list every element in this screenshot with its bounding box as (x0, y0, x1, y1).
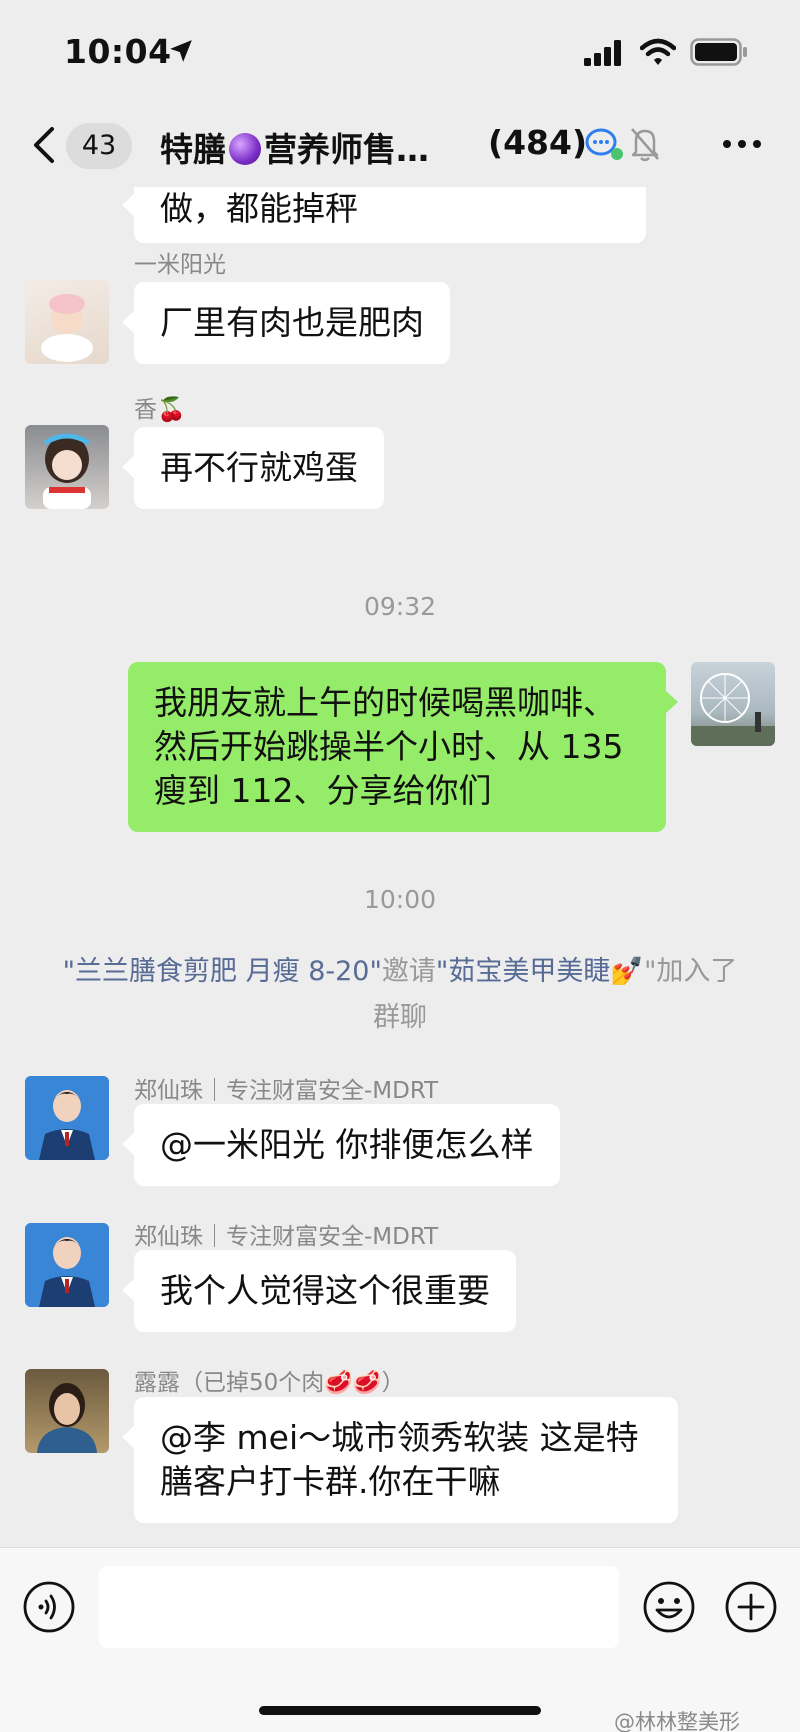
more-options-icon[interactable] (720, 127, 764, 161)
avatar-lulu[interactable] (25, 1369, 109, 1453)
timestamp: 10:00 (363, 885, 437, 914)
sender-name-text: 露露（已掉50个肉 (134, 1370, 325, 1396)
watermark-text: @林林整美形 (614, 1710, 740, 1732)
message-text: 再不行就鸡蛋 (160, 448, 358, 487)
message-bubble[interactable]: 再不行就鸡蛋 (122, 427, 384, 509)
message-text: 我个人觉得这个很重要 (160, 1271, 490, 1310)
message-bubble-self[interactable]: 我朋友就上午的时候喝黑咖啡、 然后开始跳操半个小时、从 135 瘦到 112、分… (128, 662, 678, 832)
system-invite-message: "兰兰膳食剪肥 月瘦 8-20"邀请"茹宝美甲美睫💅"加入了群聊 (60, 949, 740, 1041)
avatar-self[interactable] (691, 662, 775, 746)
message-line: 瘦到 112、分享给你们 (154, 771, 492, 810)
sender-name-tail: ） (381, 1370, 405, 1396)
message-text: @一米阳光 你排便怎么样 (160, 1125, 534, 1164)
avatar-zheng[interactable] (25, 1076, 109, 1160)
sender-name: 郑仙珠｜专注财富安全-MDRT (134, 1224, 439, 1250)
timestamp: 09:32 (363, 592, 437, 621)
group-title-part1: 特膳 (160, 130, 226, 169)
emoji-icon[interactable] (642, 1580, 696, 1634)
message-bubble[interactable]: @李 mei～城市领秀软装 这是特 膳客户打卡群.你在干嘛 (122, 1397, 678, 1523)
sender-name-text: 香 (134, 397, 157, 423)
cellular-signal-icon (584, 40, 621, 66)
meat-icon: 🥩🥩 (324, 1370, 382, 1396)
location-arrow-icon (170, 40, 192, 62)
mute-bell-icon (631, 128, 659, 162)
plus-icon[interactable] (724, 1580, 778, 1634)
sender-name: 一米阳光 (134, 252, 226, 278)
unread-count-badge[interactable]: 43 (66, 123, 132, 169)
invitee-link[interactable]: "茹宝美甲美睫💅 (436, 956, 644, 987)
invitee-name: "茹宝美甲美睫 (435, 956, 611, 987)
home-indicator[interactable] (259, 1706, 541, 1715)
member-count: (484) (488, 123, 588, 162)
business-portrait-icon (25, 1076, 109, 1160)
message-text: 厂里有肉也是肥肉 (160, 303, 424, 342)
group-title-part2: 营养师售… (264, 130, 429, 169)
status-bar: 10:04 (0, 0, 800, 105)
message-input[interactable] (99, 1566, 619, 1648)
cherry-icon: 🍒 (157, 397, 186, 423)
crystal-ball-icon (229, 133, 261, 165)
girl-photo-icon (43, 433, 91, 509)
message-bubble[interactable]: 我个人觉得这个很重要 (122, 1250, 516, 1332)
message-bubble[interactable]: @一米阳光 你排便怎么样 (122, 1104, 560, 1186)
avatar-baby[interactable] (25, 280, 109, 364)
inviter-link[interactable]: "兰兰膳食剪肥 月瘦 8-20" (63, 956, 382, 987)
message-list[interactable]: 做，都能掉秤 一米阳光 厂里有肉也是肥肉 香🍒 再不行就鸡蛋 09:32 我朋友… (0, 187, 800, 1547)
input-bar (0, 1547, 800, 1732)
avatar-girl[interactable] (25, 425, 109, 509)
message-line: 我朋友就上午的时候喝黑咖啡、 (154, 683, 616, 722)
message-bubble[interactable]: 厂里有肉也是肥肉 (122, 282, 450, 364)
message-line: 然后开始跳操半个小时、从 135 (154, 727, 624, 766)
chat-header: 43 特膳 营养师售… (484) (0, 105, 800, 187)
status-time: 10:04 (64, 32, 172, 71)
nail-polish-icon: 💅 (610, 956, 644, 987)
message-bubble[interactable]: 做，都能掉秤 (122, 187, 646, 243)
avatar-zheng[interactable] (25, 1223, 109, 1307)
message-text: 做，都能掉秤 (160, 189, 358, 228)
battery-icon (690, 38, 747, 66)
message-line: @李 mei～城市领秀软装 这是特 (160, 1418, 639, 1457)
baby-photo-icon (41, 294, 93, 362)
sender-name: 郑仙珠｜专注财富安全-MDRT (134, 1078, 439, 1104)
wifi-icon (640, 38, 676, 65)
voice-input-icon[interactable] (22, 1580, 76, 1634)
woman-photo-icon (37, 1383, 97, 1453)
invite-word: 邀请 (381, 956, 436, 987)
chat-bubble-icon[interactable] (585, 127, 625, 161)
sender-name: 露露（已掉50个肉🥩🥩） (134, 1363, 405, 1397)
business-portrait-icon (25, 1223, 109, 1307)
message-line: 膳客户打卡群.你在干嘛 (160, 1462, 501, 1501)
sender-name: 香🍒 (134, 390, 186, 424)
back-chevron-icon[interactable] (30, 125, 60, 165)
ferris-wheel-photo-icon (691, 673, 775, 746)
group-title[interactable]: 特膳 营养师售… (160, 123, 429, 171)
